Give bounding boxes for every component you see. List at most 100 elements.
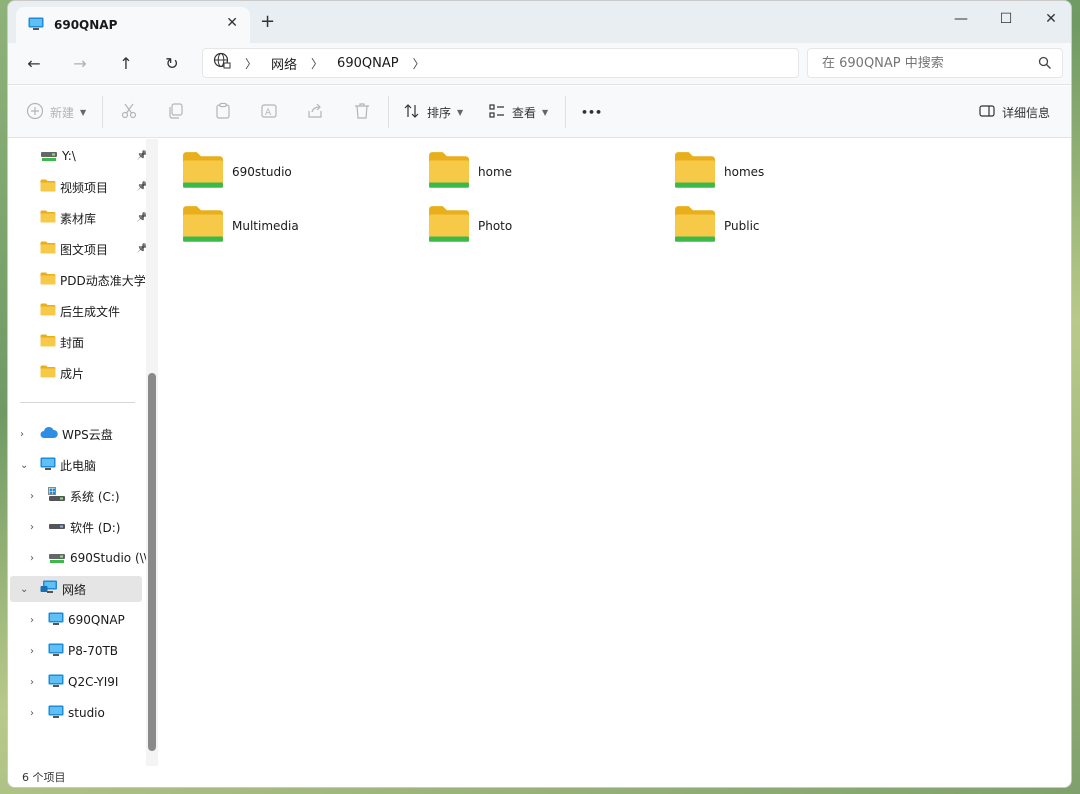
sidebar-item-label: 软件 (D:) xyxy=(70,520,121,535)
sidebar-quick-access-item[interactable]: 封面 xyxy=(8,329,148,355)
sidebar-quick-access-item[interactable]: 后生成文件 xyxy=(8,298,148,324)
view-label: 查看 xyxy=(512,105,537,120)
refresh-button[interactable]: ↻ xyxy=(157,49,187,77)
sidebar-item-label: 690Studio (\\ xyxy=(70,551,148,565)
pc-icon xyxy=(48,674,64,691)
toolbar-divider xyxy=(388,96,389,128)
folder-icon xyxy=(40,272,56,288)
folder-name: 690studio xyxy=(232,165,292,179)
tab-690qnap[interactable]: 690QNAP ✕ xyxy=(16,7,250,43)
chevron-right-icon[interactable]: › xyxy=(30,522,34,533)
new-tab-button[interactable]: + xyxy=(260,11,275,32)
svg-text:值: 值 xyxy=(939,760,954,778)
search-box[interactable] xyxy=(807,48,1063,78)
navigation-pane: Y:\ 📌 视频项目 📌 素材库 📌 图文项目 📌 PDD动态准大学 后生成文件 封面 … xyxy=(8,139,158,766)
sort-label: 排序 xyxy=(427,105,452,120)
search-icon xyxy=(1038,56,1052,74)
address-bar[interactable]: 〉 网络 〉 690QNAP 〉 xyxy=(202,48,799,78)
folder-icon xyxy=(40,210,56,226)
share-icon xyxy=(306,102,324,123)
search-input[interactable] xyxy=(822,55,1032,71)
sidebar-quick-access-item[interactable]: Y:\ 📌 xyxy=(8,143,148,169)
chevron-right-icon[interactable]: › xyxy=(20,429,24,440)
sidebar-tree-item[interactable]: › 690QNAP xyxy=(8,607,148,633)
close-window-button[interactable]: ✕ xyxy=(1028,5,1071,33)
sidebar-quick-access-item[interactable]: PDD动态准大学 xyxy=(8,267,148,293)
up-button[interactable]: ↑ xyxy=(111,49,141,77)
chevron-right-icon[interactable]: › xyxy=(30,615,34,626)
sidebar-tree-item[interactable]: › 690Studio (\\ xyxy=(8,545,148,571)
details-pane-icon xyxy=(978,102,996,123)
sidebar-tree-item[interactable]: ⌄ 此电脑 xyxy=(8,452,148,478)
forward-button[interactable]: → xyxy=(65,49,95,77)
details-pane-button[interactable]: 详细信息 xyxy=(978,98,1050,126)
sidebar-item-label: 图文项目 xyxy=(60,242,109,257)
new-button[interactable]: 新建 ▼ xyxy=(26,98,86,126)
toolbar-divider xyxy=(565,96,566,128)
sidebar-tree-item[interactable]: › P8-70TB xyxy=(8,638,148,664)
scissors-icon xyxy=(120,102,138,123)
sidebar-item-label: 690QNAP xyxy=(68,613,125,627)
item-count: 6 个项目 xyxy=(22,771,66,784)
maximize-button[interactable]: ☐ xyxy=(983,5,1029,33)
chevron-right-icon[interactable]: › xyxy=(30,646,34,657)
folder-icon xyxy=(40,365,56,381)
more-options-button[interactable]: ••• xyxy=(581,98,602,126)
breadcrumb-network[interactable]: 网络 xyxy=(271,54,297,73)
sidebar-item-label: 系统 (C:) xyxy=(70,489,120,504)
shared-folder-item[interactable]: 690studio xyxy=(182,151,412,197)
shared-folder-item[interactable]: Public xyxy=(674,205,904,251)
paste-button[interactable] xyxy=(214,98,232,126)
minimize-button[interactable]: — xyxy=(938,5,984,33)
drive-icon xyxy=(48,519,66,536)
sidebar-quick-access-item[interactable]: 素材库 📌 xyxy=(8,205,148,231)
folder-icon xyxy=(40,241,56,257)
chevron-right-icon[interactable]: › xyxy=(30,553,34,564)
close-tab-icon[interactable]: ✕ xyxy=(226,15,238,31)
shared-folder-item[interactable]: Multimedia xyxy=(182,205,412,251)
command-bar: 新建 ▼ A 排序 ▼ 查看 ▼ ••• 详细信息 xyxy=(8,86,1071,138)
chevron-down-icon[interactable]: ⌄ xyxy=(20,584,28,595)
network-globe-icon xyxy=(213,52,231,74)
folder-name: Multimedia xyxy=(232,219,299,233)
sidebar-tree-item[interactable]: › Q2C-YI9I xyxy=(8,669,148,695)
copy-button[interactable] xyxy=(167,98,185,126)
chevron-right-icon[interactable]: › xyxy=(30,677,34,688)
share-button[interactable] xyxy=(306,98,324,126)
sidebar-item-label: 素材库 xyxy=(60,211,97,226)
sidebar-tree-item[interactable]: › WPS云盘 xyxy=(8,421,148,447)
sidebar-quick-access-item[interactable]: 图文项目 📌 xyxy=(8,236,148,262)
sidebar-item-label: studio xyxy=(68,706,105,720)
breadcrumb-690qnap[interactable]: 690QNAP xyxy=(337,56,399,71)
folder-name: home xyxy=(478,165,513,179)
sidebar-tree-item[interactable]: › 系统 (C:) xyxy=(8,483,148,509)
shared-folder-item[interactable]: homes xyxy=(674,151,904,197)
shared-folder-icon xyxy=(182,151,224,194)
shared-folder-item[interactable]: Photo xyxy=(428,205,658,251)
new-label: 新建 xyxy=(50,105,75,120)
sort-button[interactable]: 排序 ▼ xyxy=(403,98,463,126)
system-drive-icon xyxy=(48,486,66,506)
delete-button[interactable] xyxy=(353,98,371,126)
copy-icon xyxy=(167,102,185,123)
sidebar-quick-access-item[interactable]: 成片 xyxy=(8,360,148,386)
sidebar-item-label: P8-70TB xyxy=(68,644,119,658)
cut-button[interactable] xyxy=(120,98,138,126)
sidebar-tree-item[interactable]: ⌄ 网络 xyxy=(10,576,142,602)
shared-folder-icon xyxy=(674,151,716,194)
sidebar-scrollbar-thumb[interactable] xyxy=(148,373,156,751)
sidebar-tree-item[interactable]: › studio xyxy=(8,700,148,726)
view-button[interactable]: 查看 ▼ xyxy=(488,98,548,126)
chevron-right-icon[interactable]: › xyxy=(30,491,34,502)
pc-icon xyxy=(40,457,56,474)
pc-icon xyxy=(48,643,64,660)
sidebar-quick-access-item[interactable]: 视频项目 📌 xyxy=(8,174,148,200)
chevron-down-icon[interactable]: ⌄ xyxy=(20,460,28,471)
rename-button[interactable]: A xyxy=(260,98,278,126)
sort-icon xyxy=(403,102,421,123)
back-button[interactable]: ← xyxy=(19,49,49,77)
chevron-right-icon[interactable]: › xyxy=(30,708,34,719)
shared-folder-item[interactable]: home xyxy=(428,151,658,197)
breadcrumb-separator[interactable]: 〉 xyxy=(413,55,425,72)
sidebar-tree-item[interactable]: › 软件 (D:) xyxy=(8,514,148,540)
